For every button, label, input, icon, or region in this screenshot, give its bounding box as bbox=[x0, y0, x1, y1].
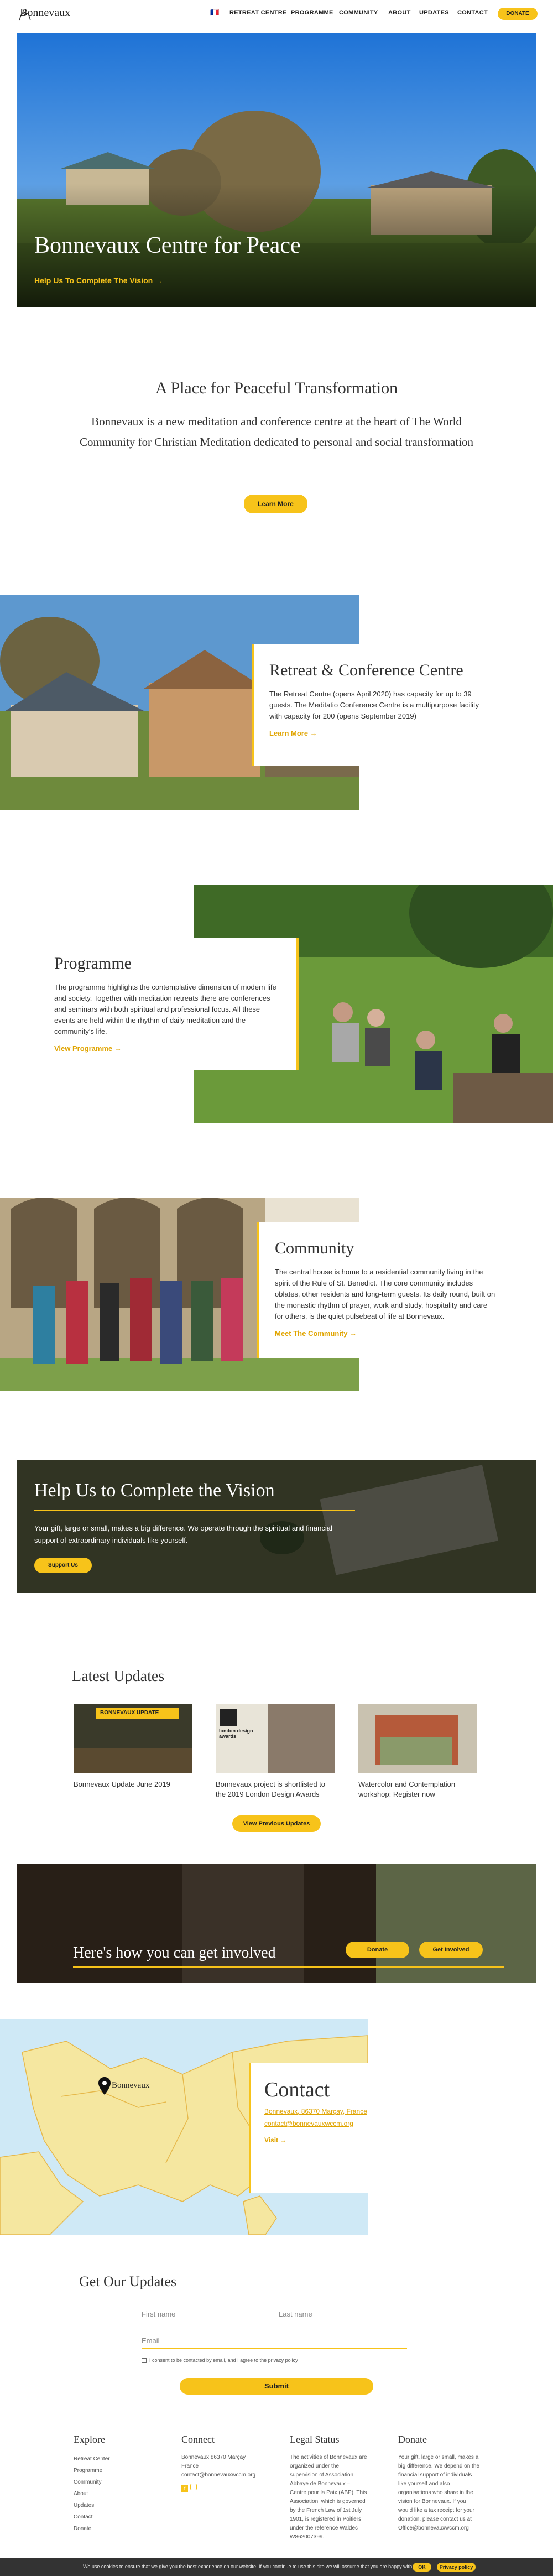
form-title: Get Our Updates bbox=[79, 2273, 177, 2289]
retreat-title: Retreat & Conference Centre bbox=[269, 661, 463, 679]
footer-address[interactable]: Bonnevaux 86370 Marçay France bbox=[181, 2453, 259, 2471]
help-title: Help Us to Complete the Vision bbox=[34, 1480, 275, 1501]
retreat-learn-more-link[interactable]: Learn More → bbox=[269, 729, 317, 737]
submit-button[interactable]: Submit bbox=[180, 2378, 373, 2395]
contact-email[interactable]: contact@bonnevauxwccm.org bbox=[264, 2120, 379, 2127]
nav-retreat-centre[interactable]: RETREAT CENTRE bbox=[229, 9, 287, 16]
update-badge: BONNEVAUX UPDATE bbox=[100, 1710, 159, 1716]
involved-banner-image bbox=[17, 1864, 536, 1983]
footer-link[interactable]: Community bbox=[74, 2476, 162, 2488]
footer-link[interactable]: Retreat Center bbox=[74, 2453, 162, 2465]
footer-connect-title: Connect bbox=[181, 2434, 215, 2445]
language-flag-icon[interactable]: 🇫🇷 bbox=[210, 8, 219, 17]
footer-donate-title: Donate bbox=[398, 2434, 427, 2445]
view-previous-updates-button[interactable]: View Previous Updates bbox=[232, 1815, 321, 1832]
logo-text: Bonnevaux bbox=[20, 7, 71, 19]
footer-link[interactable]: Donate bbox=[74, 2523, 162, 2535]
learn-more-button[interactable]: Learn More bbox=[244, 495, 307, 513]
update-badge: london design awards bbox=[219, 1728, 253, 1739]
map-pin-icon[interactable] bbox=[98, 2077, 111, 2095]
update-caption[interactable]: Watercolor and Contemplation workshop: R… bbox=[358, 1779, 477, 1799]
community-title: Community bbox=[275, 1239, 354, 1257]
last-name-field[interactable]: Last name bbox=[279, 2307, 407, 2322]
nav-donate-button[interactable]: DONATE bbox=[498, 8, 538, 20]
site-header: Bonnevaux 🇫🇷 RETREAT CENTRE PROGRAMME CO… bbox=[0, 0, 553, 33]
footer-link[interactable]: About bbox=[74, 2488, 162, 2500]
footer-link[interactable]: Updates bbox=[74, 2500, 162, 2511]
footer-link[interactable]: Programme bbox=[74, 2465, 162, 2476]
update-caption[interactable]: Bonnevaux project is shortlisted to the … bbox=[216, 1779, 335, 1799]
nav-programme[interactable]: PROGRAMME bbox=[291, 9, 333, 16]
contact-address[interactable]: Bonnevaux, 86370 Marçay, France bbox=[264, 2107, 379, 2115]
programme-title: Programme bbox=[54, 954, 132, 972]
retreat-text: The Retreat Centre (opens April 2020) ha… bbox=[269, 690, 479, 720]
update-thumbnail[interactable] bbox=[358, 1704, 477, 1773]
update-caption[interactable]: Bonnevaux Update June 2019 bbox=[74, 1779, 192, 1789]
community-text: The central house is home to a residenti… bbox=[275, 1268, 495, 1320]
get-involved-button[interactable]: Get Involved bbox=[419, 1942, 483, 1958]
update-card[interactable]: london design awards Bonnevaux project i… bbox=[216, 1704, 335, 1799]
view-programme-link[interactable]: View Programme → bbox=[54, 1044, 122, 1053]
footer-link[interactable]: Contact bbox=[74, 2511, 162, 2523]
help-divider bbox=[34, 1510, 355, 1511]
footer-legal-text: The activities of Bonnevaux are organize… bbox=[290, 2454, 367, 2540]
involved-divider bbox=[73, 1966, 504, 1968]
nav-about[interactable]: ABOUT bbox=[388, 9, 411, 16]
cookie-bar: We use cookies to ensure that we give yo… bbox=[0, 2558, 553, 2576]
contact-card: Contact Bonnevaux, 86370 Marçay, France … bbox=[249, 2063, 393, 2193]
nav-updates[interactable]: UPDATES bbox=[419, 9, 449, 16]
privacy-policy-button[interactable]: Privacy policy bbox=[437, 2563, 476, 2572]
donate-button[interactable]: Donate bbox=[346, 1942, 409, 1958]
intro-title: A Place for Peaceful Transformation bbox=[155, 379, 398, 397]
visit-link[interactable]: Visit → bbox=[264, 2136, 379, 2144]
hero-image bbox=[17, 33, 536, 307]
nav-contact[interactable]: CONTACT bbox=[457, 9, 488, 16]
footer-explore: Explore Retreat Center Programme Communi… bbox=[74, 2434, 162, 2535]
hero-cta-link[interactable]: Help Us To Complete The Vision → bbox=[34, 276, 163, 285]
programme-text: The programme highlights the contemplati… bbox=[54, 983, 276, 1035]
facebook-icon[interactable]: f bbox=[181, 2485, 188, 2492]
update-card[interactable]: Watercolor and Contemplation workshop: R… bbox=[358, 1704, 477, 1799]
cookie-ok-button[interactable]: OK bbox=[413, 2563, 431, 2572]
footer-legal-title: Legal Status bbox=[290, 2434, 340, 2445]
cookie-text: We use cookies to ensure that we give yo… bbox=[83, 2564, 418, 2569]
nav-community[interactable]: COMMUNITY bbox=[339, 9, 378, 16]
intro-text: Bonnevaux is a new meditation and confer… bbox=[79, 415, 474, 449]
retreat-card: Retreat & Conference Centre The Retreat … bbox=[252, 644, 506, 766]
meet-community-link[interactable]: Meet The Community → bbox=[275, 1329, 357, 1338]
email-field[interactable]: Email bbox=[142, 2333, 407, 2349]
update-card[interactable]: BONNEVAUX UPDATE Bonnevaux Update June 2… bbox=[74, 1704, 192, 1789]
map-pin-label: Bonnevaux bbox=[112, 2081, 150, 2090]
footer-email[interactable]: contact@bonnevauxwccm.org bbox=[181, 2471, 259, 2480]
updates-title: Latest Updates bbox=[72, 1668, 165, 1685]
footer-connect: Connect Bonnevaux 86370 Marçay France co… bbox=[181, 2434, 259, 2493]
footer-explore-title: Explore bbox=[74, 2434, 105, 2445]
consent-text: I consent to be contacted by email, and … bbox=[149, 2358, 298, 2363]
footer-donate: Donate Your gift, large or small, makes … bbox=[398, 2434, 481, 2533]
programme-card: Programme The programme highlights the c… bbox=[39, 938, 299, 1070]
consent-checkbox[interactable] bbox=[142, 2358, 147, 2363]
footer-legal: Legal Status The activities of Bonnevaux… bbox=[290, 2434, 367, 2542]
footer-donate-text: Your gift, large or small, makes a big d… bbox=[398, 2454, 479, 2531]
community-card: Community The central house is home to a… bbox=[257, 1222, 512, 1358]
contact-title: Contact bbox=[264, 2078, 330, 2101]
support-us-button[interactable]: Support Us bbox=[34, 1558, 92, 1573]
first-name-field[interactable]: First name bbox=[142, 2307, 269, 2322]
help-text: Your gift, large or small, makes a big d… bbox=[34, 1524, 332, 1544]
instagram-icon[interactable] bbox=[190, 2484, 197, 2490]
involved-title: Here's how you can get involved bbox=[73, 1944, 276, 1961]
hero-title: Bonnevaux Centre for Peace bbox=[34, 233, 301, 258]
